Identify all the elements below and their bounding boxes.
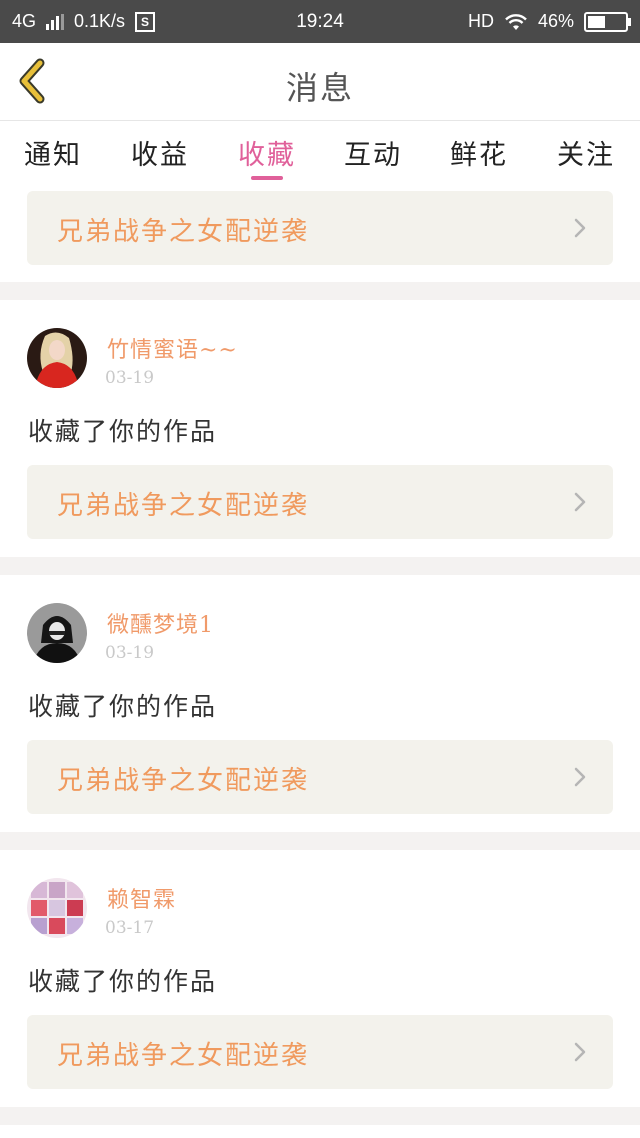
work-title: 兄弟战争之女配逆袭 xyxy=(57,217,310,247)
chevron-right-icon xyxy=(574,767,586,787)
status-bar: 4G 0.1K/s S 19:24 HD 46% xyxy=(0,0,640,43)
tab-follow[interactable]: 关注 xyxy=(533,133,639,172)
work-title: 兄弟战争之女配逆袭 xyxy=(57,1041,310,1071)
active-tab-indicator xyxy=(251,176,283,180)
page-title: 消息 xyxy=(285,69,354,107)
battery-percent: 46% xyxy=(537,11,574,31)
header-bar: 消息 xyxy=(0,43,640,121)
notification-card: 赖智霖 03-17 收藏了你的作品 兄弟战争之女配逆袭 xyxy=(0,850,640,1107)
action-text: 收藏了你的作品 xyxy=(28,417,218,446)
work-title: 兄弟战争之女配逆袭 xyxy=(57,766,310,796)
work-link[interactable]: 兄弟战争之女配逆袭 xyxy=(27,465,613,539)
avatar-image xyxy=(27,878,87,938)
chevron-right-icon xyxy=(574,1042,586,1062)
tab-notice[interactable]: 通知 xyxy=(0,133,106,172)
notification-card: 微醺梦境1 03-19 收藏了你的作品 兄弟战争之女配逆袭 xyxy=(0,575,640,832)
battery-icon xyxy=(584,11,631,32)
work-link[interactable]: 兄弟战争之女配逆袭 xyxy=(27,191,613,265)
chevron-right-icon xyxy=(574,218,586,238)
notification-card xyxy=(0,1125,640,1138)
tab-bar: 通知 收益 收藏 互动 鲜花 关注 xyxy=(0,121,640,183)
wifi-icon xyxy=(505,13,527,30)
work-link[interactable]: 兄弟战争之女配逆袭 xyxy=(27,1015,613,1089)
avatar-image xyxy=(27,603,87,663)
user-name[interactable]: 竹情蜜语~~ xyxy=(107,332,238,364)
action-text: 收藏了你的作品 xyxy=(28,692,218,721)
tab-earnings[interactable]: 收益 xyxy=(107,133,213,172)
user-name[interactable]: 赖智霖 xyxy=(107,882,176,914)
chevron-right-icon xyxy=(574,492,586,512)
tab-flowers[interactable]: 鲜花 xyxy=(426,133,532,172)
avatar[interactable] xyxy=(27,878,87,938)
post-date: 03-19 xyxy=(105,643,155,663)
avatar-image xyxy=(27,328,87,388)
tab-interaction[interactable]: 互动 xyxy=(320,133,426,172)
work-link[interactable]: 兄弟战争之女配逆袭 xyxy=(27,740,613,814)
post-date: 03-17 xyxy=(105,918,155,938)
status-right: HD 46% xyxy=(467,11,631,32)
avatar[interactable] xyxy=(27,603,87,663)
tab-favorites[interactable]: 收藏 xyxy=(214,133,320,172)
work-title: 兄弟战争之女配逆袭 xyxy=(57,491,310,521)
avatar[interactable] xyxy=(27,328,87,388)
user-name[interactable]: 微醺梦境1 xyxy=(107,607,214,639)
notification-card: 竹情蜜语~~ 03-19 收藏了你的作品 兄弟战争之女配逆袭 xyxy=(0,300,640,557)
hd-indicator: HD xyxy=(467,11,494,31)
battery-fill xyxy=(588,15,605,28)
post-date: 03-19 xyxy=(105,368,155,388)
notification-card: 兄弟战争之女配逆袭 xyxy=(0,183,640,282)
action-text: 收藏了你的作品 xyxy=(28,967,218,996)
